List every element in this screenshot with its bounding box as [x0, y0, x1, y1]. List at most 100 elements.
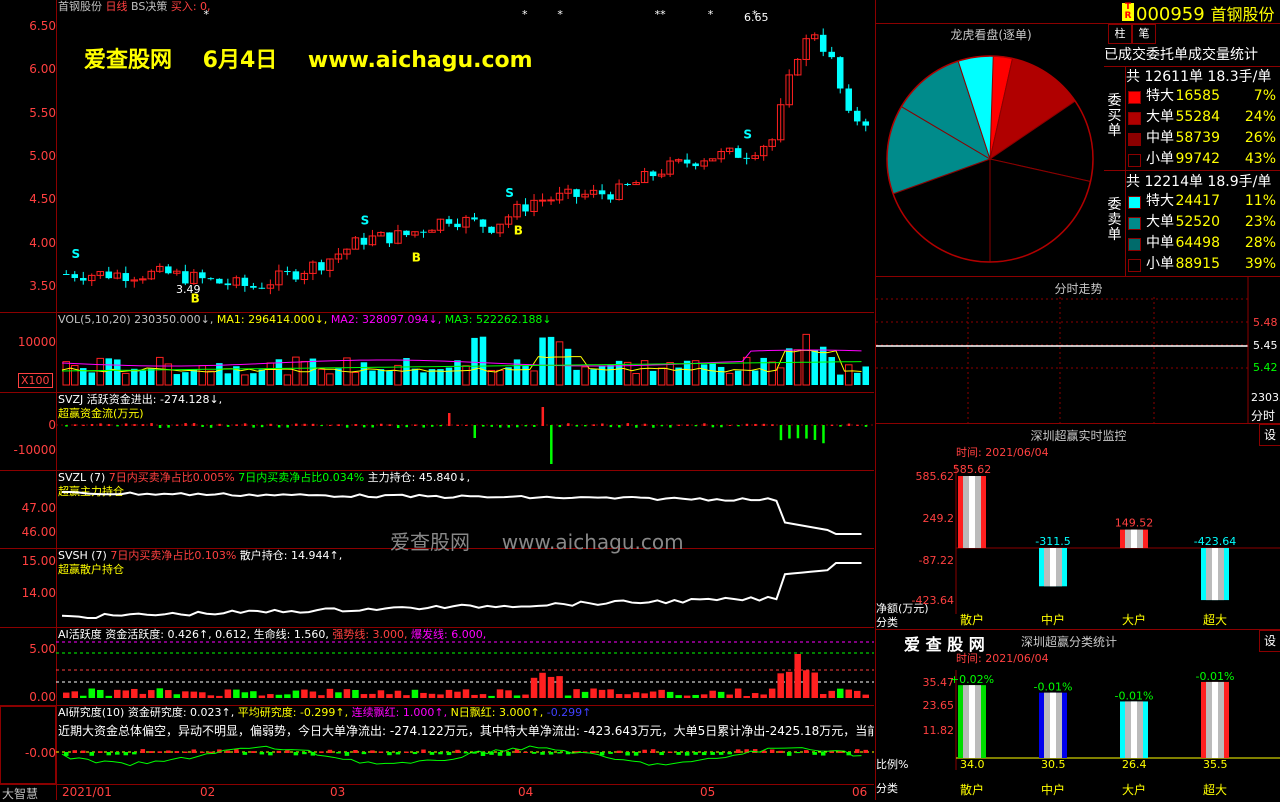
monitor-bar-label: 散户 — [960, 612, 984, 627]
activity-bar — [794, 654, 801, 698]
fund-flow-bar — [635, 425, 638, 428]
activity-bar — [590, 688, 597, 698]
class-bar-change: -0.01% — [1115, 689, 1154, 702]
research-bar — [795, 752, 800, 754]
activity-bar — [692, 694, 699, 698]
star-marker: ** — [655, 8, 667, 21]
activity-bar — [573, 689, 580, 698]
stock-name-title: 首钢股份 — [1210, 5, 1275, 24]
date-label: 05 — [700, 785, 716, 799]
research-chart — [56, 745, 874, 767]
fund-flow-bar — [771, 424, 774, 426]
fund-flow-bar — [362, 425, 366, 428]
fund-flow-bar — [99, 423, 102, 426]
activity-bar — [377, 690, 385, 698]
volume-bar — [539, 337, 546, 385]
fund-flow-bar — [745, 423, 749, 426]
volume-bar — [369, 370, 376, 385]
sell-orders-label: 委卖单 — [1104, 170, 1126, 276]
research-bar — [268, 752, 273, 756]
fund-flow-bar — [235, 424, 238, 426]
date-label: 04 — [518, 785, 534, 799]
class-bar-value: 35.5 — [1203, 758, 1228, 771]
svzj-pane[interactable]: SVZJ 活跃资金进出: -274.128↓, 超赢资金流(万元) 0 -100… — [0, 393, 874, 471]
activity-bar — [386, 694, 393, 698]
svsh-pane[interactable]: SVSH (7) 7日内买卖净占比0.103% 散户持仓: 14.944↑, 超… — [0, 549, 874, 628]
volume-bar — [564, 348, 572, 385]
research-bar — [98, 751, 103, 753]
star-marker: * — [204, 8, 210, 21]
research-bar — [812, 752, 817, 755]
fund-flow-bar — [541, 407, 545, 426]
research-bar — [684, 752, 690, 756]
candle-down — [828, 51, 835, 58]
research-bar — [225, 750, 231, 753]
volume-bar — [411, 368, 419, 385]
fund-flow-bar — [175, 424, 179, 426]
bar-mode-button[interactable]: 柱 — [1108, 24, 1132, 44]
class-bar-change: -0.01% — [1196, 670, 1235, 683]
activity-bar — [182, 691, 189, 698]
research-bar — [302, 752, 307, 755]
candle-down — [122, 273, 130, 282]
research-bar — [540, 752, 545, 755]
candle-down — [454, 223, 461, 228]
tr-badge-icon: TR — [1122, 3, 1134, 21]
activity-bar — [71, 691, 79, 698]
svzl-pane[interactable]: SVZL (7) 7日内买卖净占比0.005% 7日内买卖净占比0.034% 主… — [0, 471, 874, 554]
order-percent: 28% — [1244, 235, 1276, 251]
activity-bar — [496, 689, 504, 698]
ai-research-pane[interactable]: AI研究度(10) 资金研究度: 0.023↑, 平均研究度: -0.299↑,… — [0, 706, 874, 784]
volume-pane[interactable]: VOL(5,10,20) 230350.000↓, MA1: 296414.00… — [0, 313, 874, 393]
fund-flow-bar — [584, 425, 587, 427]
activity-bar — [97, 689, 104, 698]
volume-bar — [300, 360, 309, 386]
price-pane[interactable]: 首钢股份 日线 BS决策 买入: 0, 爱查股网 6月4日 www.aichag… — [0, 0, 874, 313]
research-bar — [854, 749, 860, 753]
buy-signal: B — [412, 251, 421, 265]
class-category: 分类 — [876, 782, 898, 795]
fund-flow-bar — [575, 425, 579, 427]
fund-flow-bar — [371, 425, 374, 428]
class-stats-panel[interactable]: 爱 查 股 网 深圳超赢分类统计 设 时间: 2021/06/04 35.47 2… — [875, 630, 1280, 800]
volume-bar — [632, 372, 640, 386]
intraday-panel[interactable]: 分时走势 5.48 5.45 5.42 23035 分时 — [875, 277, 1280, 424]
research-bar — [735, 749, 741, 753]
class-bar-core — [969, 685, 975, 758]
fund-flow-bar — [618, 425, 621, 428]
class-bar-label: 大户 — [1122, 782, 1146, 797]
activity-bar — [88, 688, 96, 698]
monitor-bar-core — [1131, 529, 1137, 548]
activity-bar — [335, 692, 342, 698]
fund-flow-bar — [465, 424, 468, 426]
candle-down — [216, 278, 223, 284]
volume-bar — [224, 373, 232, 385]
volume-bar — [266, 362, 275, 386]
fund-flow-bar — [328, 424, 332, 426]
research-bar — [718, 752, 724, 755]
volume-bar — [207, 370, 215, 386]
monitor-bar-core — [1212, 548, 1218, 601]
research-bar — [115, 752, 120, 755]
legend-swatch — [1128, 112, 1141, 125]
realtime-monitor-panel[interactable]: 深圳超赢实时监控 设 时间: 2021/06/04 585.62 249.2 -87… — [875, 424, 1280, 630]
candle-down — [292, 271, 300, 280]
class-bar-value: 26.4 — [1122, 758, 1147, 771]
fund-flow-bar — [839, 425, 842, 427]
ai-activity-pane[interactable]: AI活跃度 资金活跃度: 0.426↑, 0.612, 生命线: 1.560, … — [0, 628, 874, 706]
tick-mode-button[interactable]: 笔 — [1132, 24, 1156, 44]
volume-bar — [657, 367, 666, 386]
stat-row: 小单 99742 43% — [1128, 149, 1280, 169]
fund-flow-bar — [805, 425, 808, 439]
stat-row: 大单 52520 23% — [1128, 212, 1280, 232]
stat-row: 中单 64498 28% — [1128, 233, 1280, 253]
fund-flow-bar — [626, 423, 630, 426]
activity-bar — [700, 694, 708, 698]
research-bar — [251, 751, 256, 753]
sell-signal: S — [743, 127, 752, 141]
fund-flow-bar — [856, 424, 859, 426]
legend-swatch — [1128, 91, 1141, 104]
fund-flow-bar — [567, 423, 570, 426]
activity-bar — [768, 688, 776, 698]
research-bar — [72, 750, 78, 753]
